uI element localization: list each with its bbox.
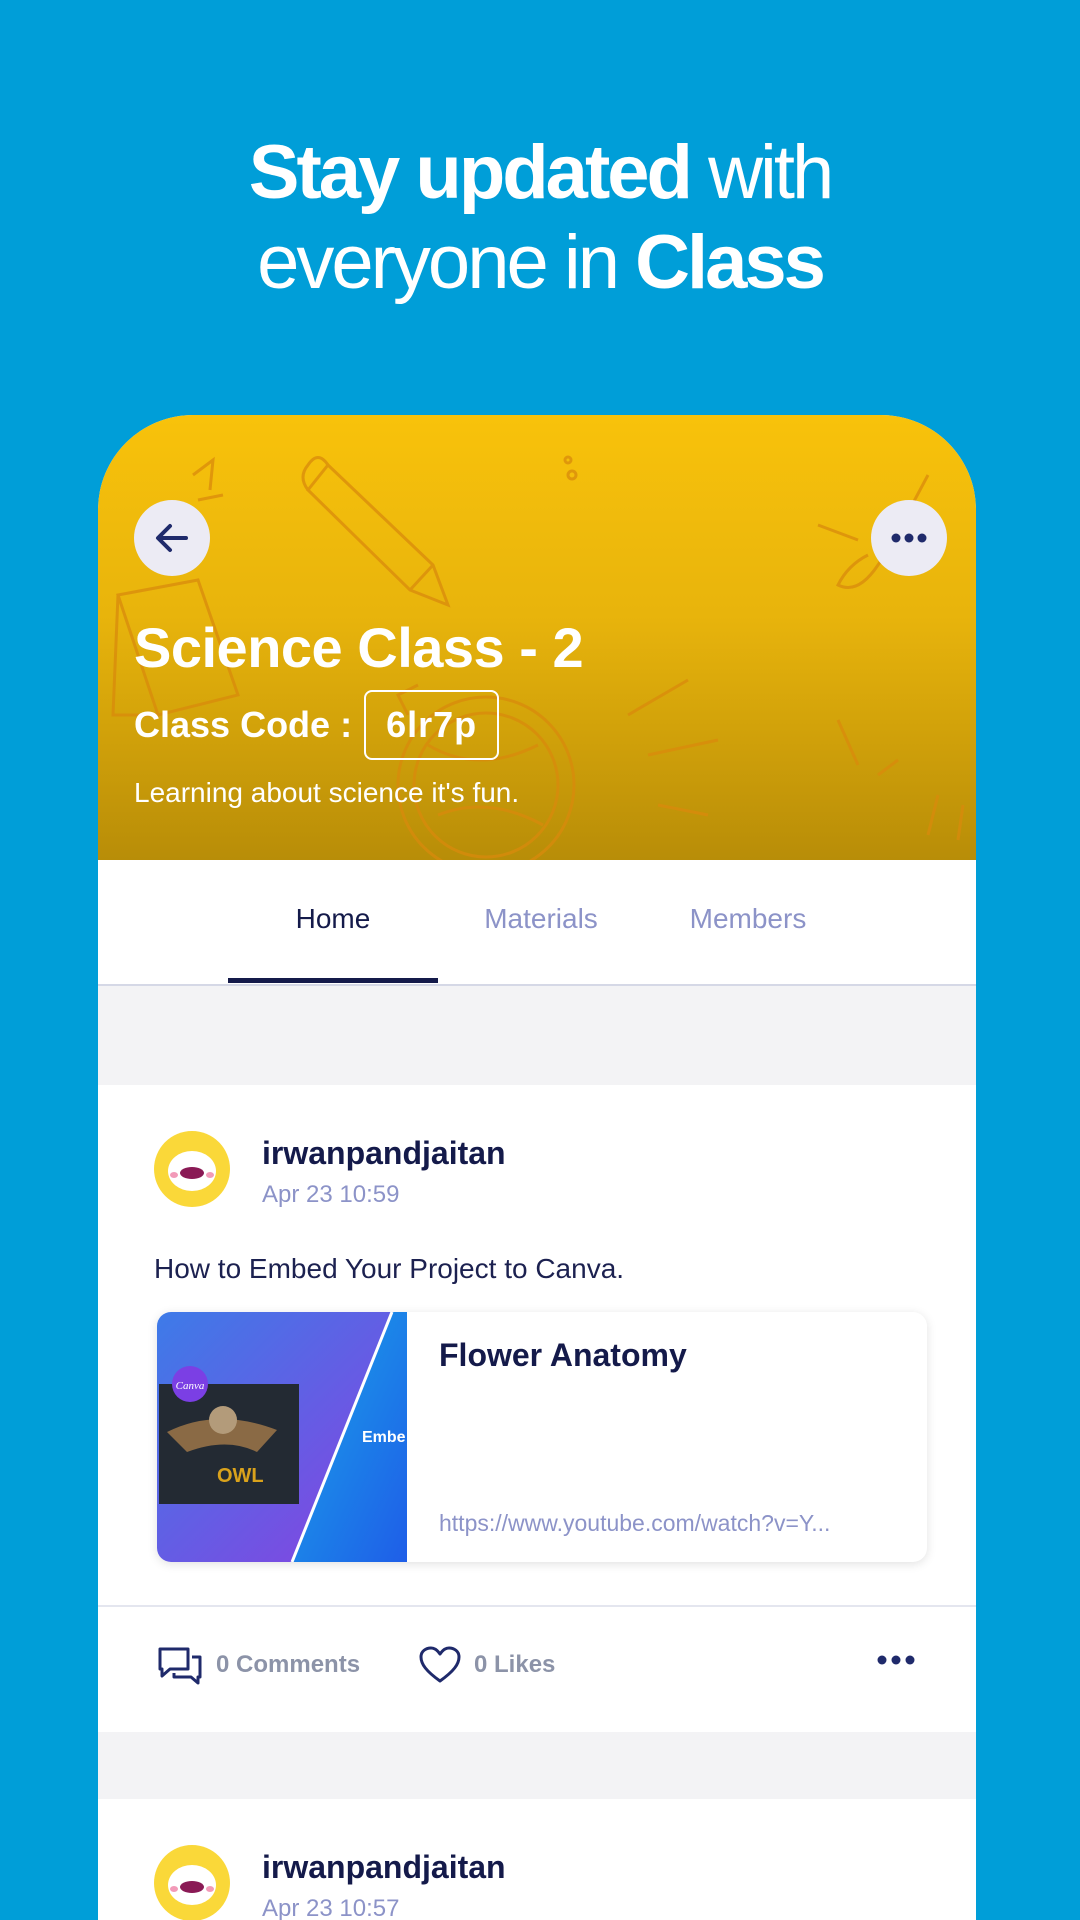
avatar[interactable] bbox=[154, 1845, 230, 1920]
post-card: irwanpandjaitan Apr 23 10:59 How to Embe… bbox=[98, 1085, 976, 1732]
post-divider bbox=[98, 1605, 976, 1607]
tab-home[interactable]: Home bbox=[228, 860, 438, 984]
heart-icon bbox=[419, 1646, 461, 1683]
headline-bold-2: Class bbox=[635, 220, 826, 305]
post-date: Apr 23 10:59 bbox=[262, 1181, 400, 1208]
back-button[interactable] bbox=[134, 500, 210, 576]
class-more-button[interactable] bbox=[871, 500, 947, 576]
class-code-row: Class Code : 6lr7p bbox=[134, 690, 500, 760]
post-card: irwanpandjaitan Apr 23 10:57 bbox=[98, 1799, 976, 1920]
phone-frame: Science Class - 2 Class Code : 6lr7p Lea… bbox=[98, 415, 976, 1920]
promo-headline: Stay updated with everyone in Class bbox=[0, 128, 1080, 308]
headline-bold-1: Stay updated bbox=[248, 130, 693, 215]
class-code-label: Class Code : bbox=[134, 704, 353, 745]
avatar-face-icon bbox=[168, 1151, 216, 1191]
post-author[interactable]: irwanpandjaitan bbox=[262, 1849, 506, 1886]
class-description: Learning about science it's fun. bbox=[134, 777, 520, 808]
tab-members[interactable]: Members bbox=[643, 860, 853, 984]
headline-light-1: with bbox=[689, 130, 834, 215]
like-button[interactable]: 0 Likes bbox=[418, 1645, 555, 1685]
more-dots-icon bbox=[891, 533, 927, 543]
link-url[interactable]: https://www.youtube.com/watch?v=Y... bbox=[439, 1510, 879, 1537]
comments-button[interactable]: 0 Comments bbox=[156, 1645, 360, 1685]
class-tabs: Home Materials Members bbox=[98, 860, 976, 986]
post-more-button[interactable] bbox=[876, 1653, 916, 1671]
tab-materials[interactable]: Materials bbox=[436, 860, 646, 984]
avatar-face-icon bbox=[168, 1865, 216, 1905]
active-tab-indicator bbox=[228, 978, 438, 983]
thumb-word: OWL bbox=[217, 1465, 264, 1487]
video-thumbnail-image: Canva OWL Embe bbox=[157, 1312, 407, 1562]
post-date: Apr 23 10:57 bbox=[262, 1895, 400, 1920]
comments-count: 0 Comments bbox=[216, 1651, 361, 1678]
avatar[interactable] bbox=[154, 1131, 230, 1207]
link-preview-card[interactable]: Canva OWL Embe Flower Anatomy https://ww… bbox=[157, 1312, 927, 1562]
headline-light-2: everyone in bbox=[257, 220, 636, 305]
likes-count: 0 Likes bbox=[474, 1651, 556, 1678]
thumb-caption: Embe bbox=[362, 1429, 406, 1446]
link-thumbnail: Canva OWL Embe bbox=[157, 1312, 407, 1562]
class-title: Science Class - 2 bbox=[134, 616, 584, 679]
more-dots-icon bbox=[877, 1655, 915, 1665]
post-author[interactable]: irwanpandjaitan bbox=[262, 1135, 506, 1172]
post-text: How to Embed Your Project to Canva. bbox=[154, 1253, 625, 1284]
link-title: Flower Anatomy bbox=[439, 1337, 687, 1373]
class-code-value[interactable]: 6lr7p bbox=[364, 690, 500, 760]
canva-brand-label: Canva bbox=[176, 1380, 205, 1392]
comment-icon bbox=[158, 1647, 202, 1685]
arrow-left-icon bbox=[156, 524, 188, 552]
class-banner: Science Class - 2 Class Code : 6lr7p Lea… bbox=[98, 415, 976, 860]
